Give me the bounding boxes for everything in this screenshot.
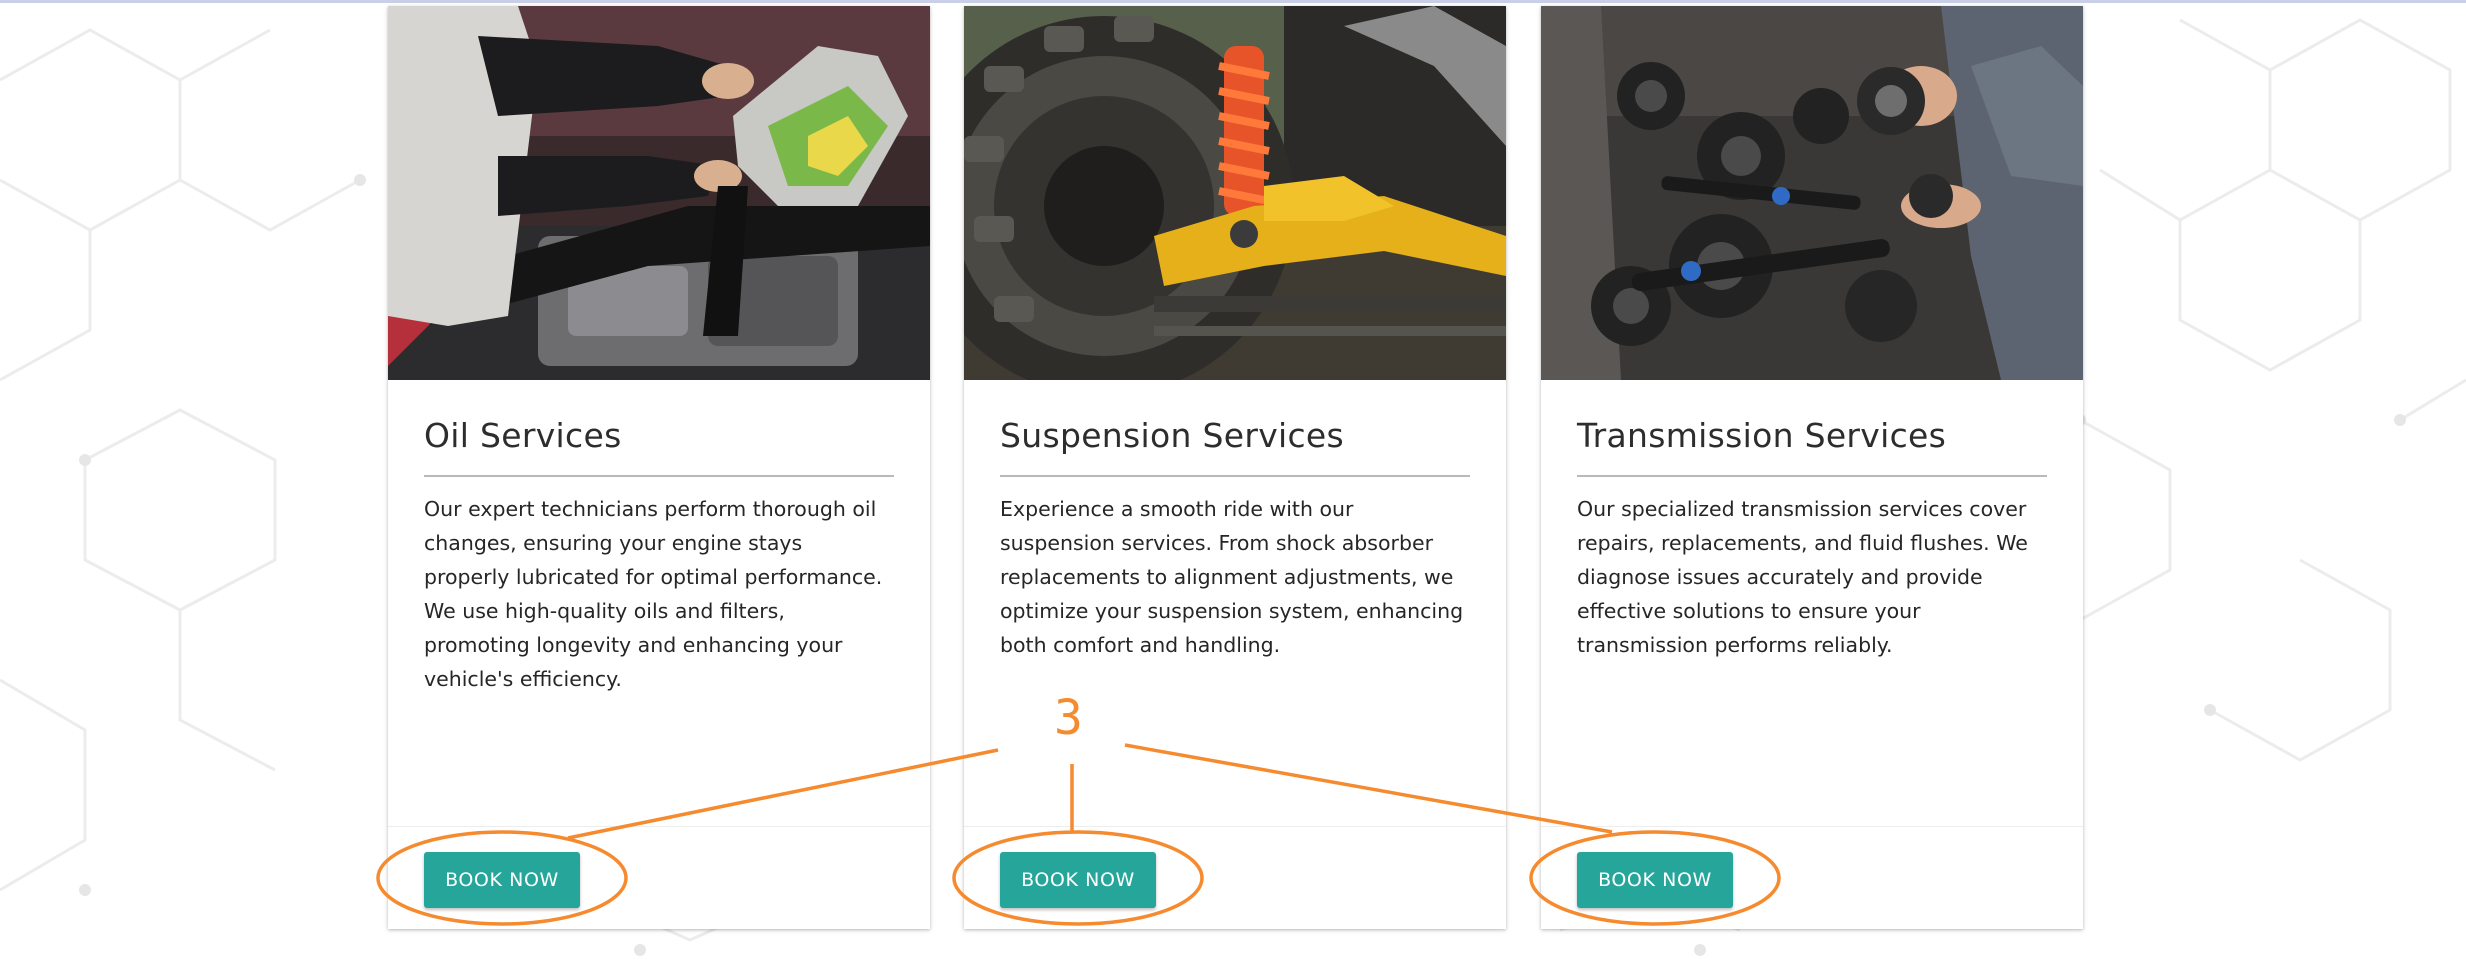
card-description: Experience a smooth ride with our suspen…	[1000, 497, 1464, 657]
book-now-button-transmission[interactable]: BOOK NOW	[1577, 852, 1733, 908]
services-card-grid: Oil Services Our expert technicians perf…	[0, 0, 2466, 977]
transmission-services-image	[1541, 6, 2083, 380]
card-description: Our expert technicians perform thorough …	[424, 497, 883, 691]
suspension-services-image	[964, 6, 1506, 380]
card-description: Our specialized transmission services co…	[1577, 497, 2028, 657]
book-now-button-suspension[interactable]: BOOK NOW	[1000, 852, 1156, 908]
card-title: Transmission Services	[1577, 416, 1947, 455]
card-footer-divider	[388, 826, 930, 827]
card-divider	[1577, 475, 2047, 477]
card-footer-divider	[1541, 826, 2083, 827]
service-card-transmission: Transmission Services Our specialized tr…	[1541, 6, 2083, 929]
oil-services-image	[388, 6, 930, 380]
card-divider	[1000, 475, 1470, 477]
card-footer-divider	[964, 826, 1506, 827]
service-card-suspension: Suspension Services Experience a smooth …	[964, 6, 1506, 929]
card-title: Oil Services	[424, 416, 622, 455]
card-title: Suspension Services	[1000, 416, 1345, 455]
service-card-oil: Oil Services Our expert technicians perf…	[388, 6, 930, 929]
book-now-button-oil[interactable]: BOOK NOW	[424, 852, 580, 908]
card-divider	[424, 475, 894, 477]
